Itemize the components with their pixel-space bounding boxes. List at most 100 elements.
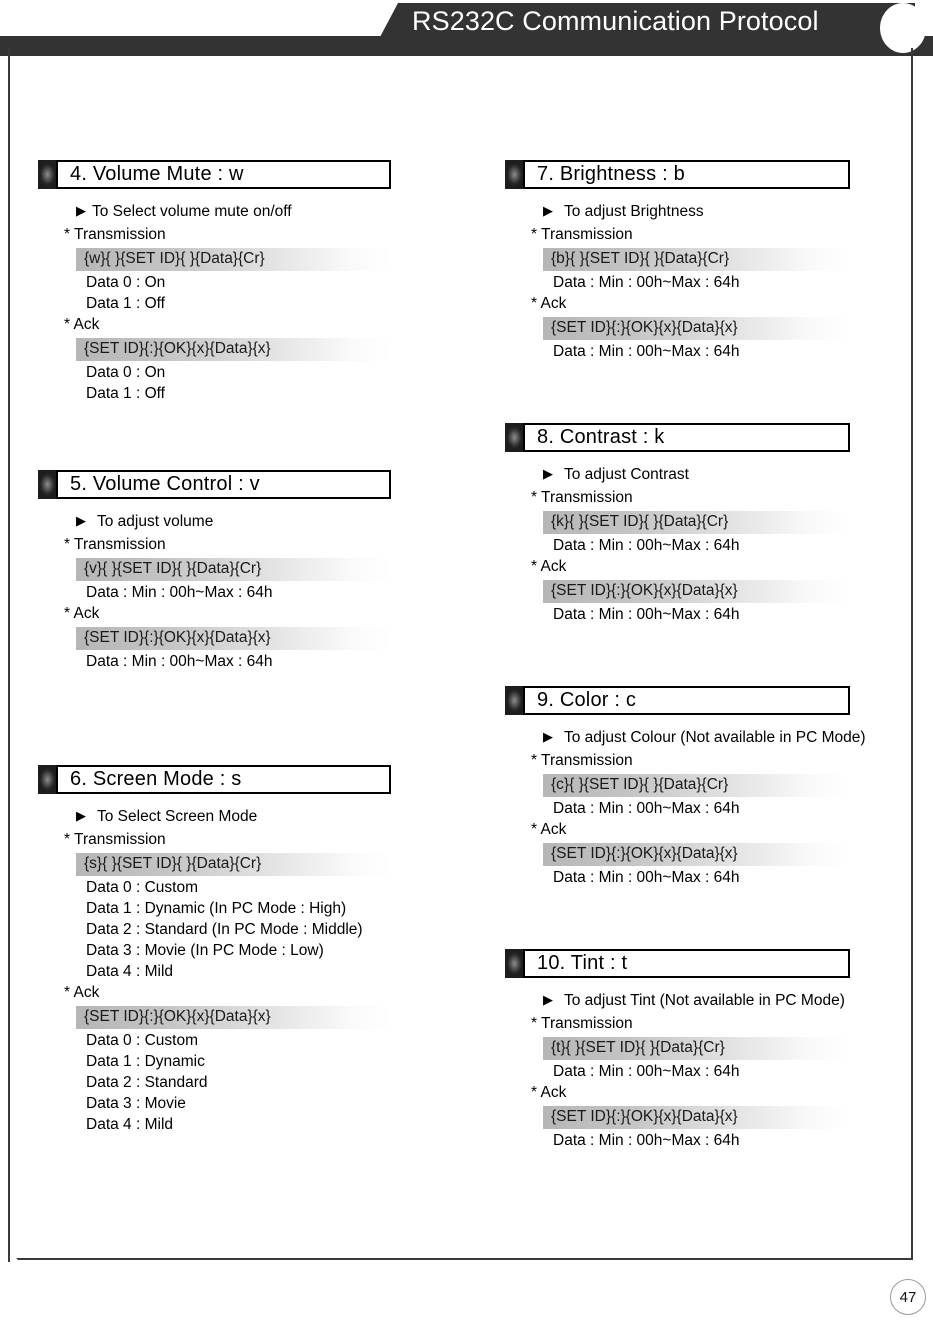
ack-data-line: Data 4 : Mild — [86, 1116, 174, 1133]
section-body: ▶ To adjust Brightness * Transmission {b}{ … — [505, 189, 850, 361]
transmission-label: * Transmission — [64, 831, 166, 848]
section-purpose: ▶ To Select volume mute on/off — [76, 203, 391, 221]
ack-code: {SET ID}{:}{OK}{x}{Data}{x} — [543, 580, 850, 603]
section-title-box: 6. Screen Mode : s — [56, 765, 391, 794]
section-header: 4. Volume Mute : w — [38, 160, 391, 189]
bullet-triangle-icon: ▶ — [76, 513, 86, 528]
command-section: 7. Brightness : b ▶ To adjust Brightness * … — [505, 160, 850, 364]
ack-code: {SET ID}{:}{OK}{x}{Data}{x} — [543, 317, 850, 340]
ack-label: * Ack — [531, 558, 567, 575]
ack-data-line: Data : Min : 00h~Max : 64h — [553, 606, 740, 623]
section-header: 8. Contrast : k — [505, 423, 850, 452]
page-number-label: 47 — [899, 1288, 917, 1306]
ack-code: {SET ID}{:}{OK}{x}{Data}{x} — [543, 1106, 850, 1129]
bullet-triangle-icon: ▶ — [543, 203, 553, 218]
section-marker-icon — [505, 949, 524, 978]
bullet-triangle-icon: ▶ — [543, 992, 553, 1007]
command-section: 10. Tint : t ▶ To adjust Tint (Not availab… — [505, 949, 850, 1153]
section-marker-icon — [505, 686, 524, 715]
ack-code: {SET ID}{:}{OK}{x}{Data}{x} — [76, 1006, 391, 1029]
ack-label: * Ack — [531, 821, 567, 838]
section-body: ▶ To adjust Tint (Not available in PC Mod… — [505, 978, 850, 1150]
section-purpose: ▶ To Select Screen Mode — [76, 808, 391, 826]
section-title: 8. Contrast : k — [537, 426, 665, 448]
section-marker-icon — [38, 470, 57, 499]
section-title: 7. Brightness : b — [537, 163, 685, 185]
section-title: 10. Tint : t — [537, 952, 628, 974]
section-purpose-label: To adjust Colour (Not available in PC Mo… — [564, 729, 866, 746]
command-section: 6. Screen Mode : s ▶ To Select Screen Mode… — [38, 765, 391, 1137]
ack-data-line: Data : Min : 00h~Max : 64h — [86, 653, 273, 670]
section-title: 5. Volume Control : v — [70, 473, 260, 495]
transmission-data-line: Data 1 : Off — [86, 295, 165, 312]
section-title-box: 5. Volume Control : v — [56, 470, 391, 499]
ack-code: {SET ID}{:}{OK}{x}{Data}{x} — [543, 843, 850, 866]
transmission-label: * Transmission — [64, 536, 166, 553]
transmission-data-line: Data : Min : 00h~Max : 64h — [553, 1063, 740, 1080]
transmission-label: * Transmission — [531, 226, 633, 243]
bullet-triangle-icon: ▶ — [543, 729, 553, 744]
section-marker-icon — [505, 160, 524, 189]
transmission-label: * Transmission — [531, 752, 633, 769]
section-marker-icon — [505, 423, 524, 452]
ack-code: {SET ID}{:}{OK}{x}{Data}{x} — [76, 627, 391, 650]
section-purpose-label: To adjust Brightness — [564, 203, 704, 220]
section-title-box: 8. Contrast : k — [523, 423, 850, 452]
section-title: 6. Screen Mode : s — [70, 768, 242, 790]
section-purpose: ▶ To adjust Brightness — [543, 203, 850, 221]
transmission-code: {w}{ }{SET ID}{ }{Data}{Cr} — [76, 248, 391, 271]
ack-data-line: Data : Min : 00h~Max : 64h — [553, 1132, 740, 1149]
header-circle-decoration — [880, 3, 926, 53]
transmission-data-line: Data 0 : Custom — [86, 879, 198, 896]
transmission-data-line: Data 1 : Dynamic (In PC Mode : High) — [86, 900, 347, 917]
section-purpose: ▶ To adjust Colour (Not available in PC M… — [543, 729, 866, 747]
section-body: ▶ To adjust Contrast * Transmission {k}{ }{… — [505, 452, 850, 624]
section-purpose-label: To adjust Contrast — [564, 466, 689, 483]
section-marker-icon — [38, 160, 57, 189]
transmission-code: {t}{ }{SET ID}{ }{Data}{Cr} — [543, 1037, 850, 1060]
section-purpose: ▶ To adjust Tint (Not available in PC Mod… — [543, 992, 850, 1010]
command-section: 9. Color : c ▶ To adjust Colour (Not avail… — [505, 686, 866, 890]
ack-data-line: Data : Min : 00h~Max : 64h — [553, 343, 740, 360]
section-purpose-label: To adjust volume — [97, 513, 214, 530]
bullet-triangle-icon: ▶ — [543, 466, 553, 481]
transmission-data-line: Data : Min : 00h~Max : 64h — [553, 800, 740, 817]
command-section: 4. Volume Mute : w ▶ To Select volume mute… — [38, 160, 391, 406]
ack-label: * Ack — [64, 316, 100, 333]
ack-data-line: Data 1 : Dynamic — [86, 1053, 205, 1070]
section-purpose: ▶ To adjust Contrast — [543, 466, 850, 484]
page-number: 47 — [890, 1279, 926, 1315]
transmission-data-line: Data 4 : Mild — [86, 963, 174, 980]
transmission-code: {s}{ }{SET ID}{ }{Data}{Cr} — [76, 853, 391, 876]
transmission-data-line: Data : Min : 00h~Max : 64h — [553, 274, 740, 291]
ack-data-line: Data 3 : Movie — [86, 1095, 186, 1112]
section-header: 6. Screen Mode : s — [38, 765, 391, 794]
transmission-data-line: Data : Min : 00h~Max : 64h — [86, 584, 273, 601]
section-header: 10. Tint : t — [505, 949, 850, 978]
ack-data-line: Data 1 : Off — [86, 385, 165, 402]
transmission-code: {b}{ }{SET ID}{ }{Data}{Cr} — [543, 248, 850, 271]
bullet-triangle-icon: ▶ — [76, 203, 86, 218]
section-body: ▶ To adjust volume * Transmission {v}{ }{SE… — [38, 499, 391, 671]
ack-data-line: Data : Min : 00h~Max : 64h — [553, 869, 740, 886]
section-title: 4. Volume Mute : w — [70, 163, 244, 185]
transmission-data-line: Data : Min : 00h~Max : 64h — [553, 537, 740, 554]
section-marker-icon — [38, 765, 57, 794]
section-purpose-label: To adjust Tint (Not available in PC Mode… — [564, 992, 845, 1009]
section-title-box: 7. Brightness : b — [523, 160, 850, 189]
command-section: 5. Volume Control : v ▶ To adjust volume * … — [38, 470, 391, 674]
ack-data-line: Data 0 : Custom — [86, 1032, 198, 1049]
section-title: 9. Color : c — [537, 689, 637, 711]
transmission-data-line: Data 0 : On — [86, 274, 166, 291]
page-title: RS232C Communication Protocol — [412, 6, 819, 36]
transmission-label: * Transmission — [64, 226, 166, 243]
page-frame-chamfer — [8, 1248, 24, 1262]
ack-code: {SET ID}{:}{OK}{x}{Data}{x} — [76, 338, 391, 361]
section-header: 7. Brightness : b — [505, 160, 850, 189]
section-header: 9. Color : c — [505, 686, 850, 715]
section-purpose-label: To Select Screen Mode — [97, 808, 258, 825]
ack-data-line: Data 2 : Standard — [86, 1074, 208, 1091]
transmission-label: * Transmission — [531, 1015, 633, 1032]
ack-data-line: Data 0 : On — [86, 364, 166, 381]
ack-label: * Ack — [531, 1084, 567, 1101]
